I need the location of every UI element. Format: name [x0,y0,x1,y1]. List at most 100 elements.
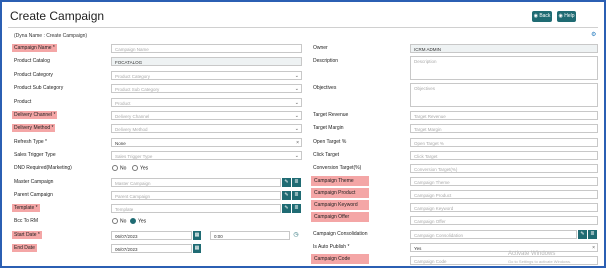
product-category-select[interactable]: Product Category ⌄ [111,71,302,80]
start-date-input[interactable]: 06/07/2023 [111,231,192,240]
master-campaign-input[interactable]: Master Campaign [111,178,281,187]
is-auto-publish-value: Yes [414,246,422,251]
list-icon[interactable]: ≣ [292,178,301,187]
edit-icon[interactable]: ✎ [282,191,291,200]
delivery-channel-value: Delivery Channel [115,114,150,119]
objectives-textarea[interactable]: Objectives [410,83,598,107]
watermark-line-2: Go to Settings to activate Windows. [508,259,572,264]
chevron-down-icon[interactable]: ⌄ [295,125,299,132]
radio-circle-selected [130,218,136,224]
bcc-to-rm-label: Bcc To RM [14,218,39,224]
list-icon[interactable]: ≣ [292,191,301,200]
product-select[interactable]: Product ⌄ [111,98,302,107]
is-auto-publish-label: Is Auto Publish * [313,244,350,250]
edit-icon[interactable]: ✎ [578,230,587,239]
target-margin-label: Target Margin [313,125,344,131]
page-title: Create Campaign [10,9,105,23]
objectives-label: Objectives [313,85,337,91]
help-button[interactable]: ◉ Help [557,11,576,22]
calendar-icon[interactable]: ▦ [193,244,201,253]
sales-trigger-type-select[interactable]: Sales Trigger Type ⌄ [111,151,302,160]
click-target-input[interactable]: Click Target [410,151,598,160]
chevron-down-icon[interactable]: ⌄ [295,72,299,79]
product-sub-category-label: Product Sub Category [14,85,64,91]
dyna-name: (Dyna Name : Create Campaign) [14,33,88,39]
bcc-no-radio[interactable]: No [112,218,126,224]
product-category-label: Product Category [14,72,53,78]
template-input[interactable]: Template [111,204,281,213]
create-campaign-window: Create Campaign ◉ Back ◉ Help (Dyna Name… [0,0,606,268]
clear-icon[interactable]: × [296,139,299,146]
chevron-down-icon[interactable]: ⌄ [295,99,299,106]
template-label: Template * [12,204,40,212]
dnd-required-label: DND Required(Marketing) [14,165,72,171]
chevron-down-icon[interactable]: ⌄ [295,152,299,159]
owner-field: ICRM ADMIN [410,44,598,53]
conversion-target-input[interactable]: Conversion Target(%) [410,164,598,173]
calendar-icon[interactable]: ▦ [193,231,201,240]
parent-campaign-input[interactable]: Parent Campaign [111,191,281,200]
target-margin-input[interactable]: Target Margin [410,124,598,133]
delivery-channel-label: Delivery Channel * [12,111,58,119]
campaign-consolidation-input[interactable]: Campaign Consolidation [410,230,577,239]
campaign-offer-label: Campaign Offer [311,212,369,222]
campaign-consolidation-label: Campaign Consolidation [313,231,368,237]
gear-icon[interactable]: ⚙ [591,32,597,38]
delivery-method-value: Delivery Method [115,127,148,132]
dnd-no-label: No [120,165,127,172]
delivery-method-select[interactable]: Delivery Method ⌄ [111,124,302,133]
product-sub-category-value: Product Sub Category [115,87,160,92]
campaign-name-label: Campaign Name * [12,44,57,52]
open-target-input[interactable]: Open Target % [410,138,598,147]
campaign-product-label: Campaign Product [311,188,369,198]
dnd-yes-radio[interactable]: Yes [132,165,148,171]
delivery-method-label: Delivery Method * [12,124,56,132]
dnd-no-radio[interactable]: No [112,165,126,171]
edit-icon[interactable]: ✎ [282,178,291,187]
list-icon[interactable]: ≣ [292,204,301,213]
target-revenue-input[interactable]: Target Revenue [410,111,598,120]
delivery-channel-select[interactable]: Delivery Channel ⌄ [111,111,302,120]
campaign-name-input[interactable]: Campaign Name [111,44,302,53]
click-target-label: Click Target [313,152,340,158]
parent-campaign-label: Parent Campaign [14,192,53,198]
campaign-keyword-input[interactable]: Campaign Keyword [410,203,598,212]
sales-trigger-type-value: Sales Trigger Type [115,154,153,159]
start-time-input[interactable]: 0:00 [210,231,290,240]
edit-icon[interactable]: ✎ [282,204,291,213]
chevron-down-icon[interactable]: ⌄ [295,85,299,92]
campaign-product-input[interactable]: Campaign Product [410,190,598,199]
product-catalog-field: FOCATALOG [111,57,302,66]
bcc-no-label: No [120,218,127,225]
clear-icon[interactable]: × [592,244,595,251]
master-campaign-label: Master Campaign [14,179,54,185]
sales-trigger-type-label: Sales Trigger Type [14,152,56,158]
dnd-yes-label: Yes [140,165,149,172]
chevron-down-icon[interactable]: ⌄ [295,112,299,119]
campaign-theme-input[interactable]: Campaign Theme [410,177,598,186]
start-date-label: Start Date * [12,231,42,239]
bcc-yes-radio[interactable]: Yes [130,218,146,224]
product-category-value: Product Category [115,74,151,79]
back-button[interactable]: ◉ Back [532,11,552,22]
campaign-offer-input[interactable]: Campaign Offer [410,216,598,225]
title-divider [8,27,598,28]
radio-circle [112,165,118,171]
clock-icon[interactable]: ◷ [292,231,300,240]
end-date-label: End Date [12,244,37,252]
product-catalog-label: Product Catalog [14,58,50,64]
open-target-label: Open Target % [313,139,347,145]
conversion-target-label: Conversion Target(%) [313,165,362,171]
campaign-theme-label: Campaign Theme [311,176,369,186]
campaign-code-label: Campaign Code [311,254,369,264]
refresh-type-select[interactable]: None × [111,138,302,147]
bcc-yes-label: Yes [138,218,147,225]
campaign-keyword-label: Campaign Keyword [311,200,369,210]
product-sub-category-select[interactable]: Product Sub Category ⌄ [111,84,302,93]
radio-circle [112,218,118,224]
description-textarea[interactable]: Description [410,56,598,80]
product-label: Product [14,99,32,105]
radio-circle [132,165,138,171]
end-date-input[interactable]: 06/07/2023 [111,244,192,253]
list-icon[interactable]: ≣ [588,230,597,239]
